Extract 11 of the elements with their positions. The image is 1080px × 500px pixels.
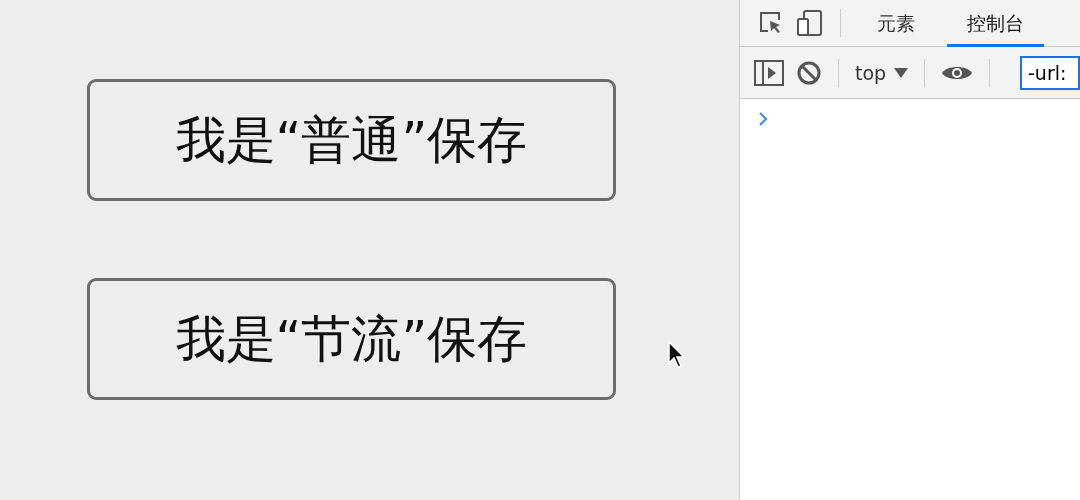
sidebar-toggle-icon[interactable] [754,59,784,86]
prompt-icon [758,112,768,126]
context-select[interactable]: top [855,61,909,84]
clear-icon[interactable] [796,59,822,86]
filter-field[interactable]: -url: [1020,55,1080,90]
mouse-pointer-icon [668,341,686,369]
caret-icon [894,67,909,78]
save-button[interactable]: 我是“普通”保存 [87,79,616,201]
save-button[interactable]: 我是“节流”保存 [87,278,616,400]
device-icon[interactable] [796,9,824,37]
devtools-tab[interactable]: 元素 [857,0,935,47]
